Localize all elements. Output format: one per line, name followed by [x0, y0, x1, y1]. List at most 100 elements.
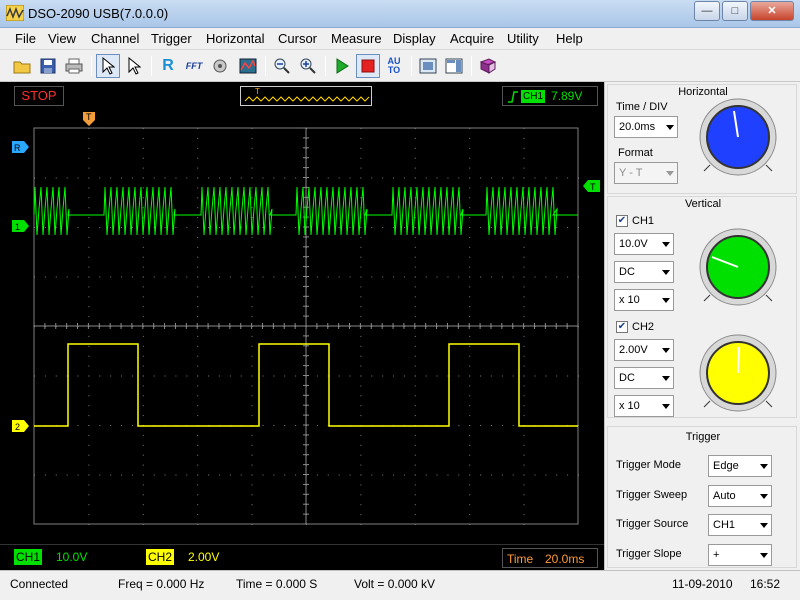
ch1-ground-marker[interactable]: 1 — [12, 220, 29, 232]
volt-readout: Volt = 0.000 kV — [354, 577, 436, 591]
ch1-probe-value: x 10 — [619, 294, 640, 306]
menu-cursor[interactable]: Cursor — [278, 31, 317, 46]
toolbar-separator — [91, 56, 92, 76]
time-label: Time — [507, 552, 534, 566]
timebase-readout: Time 20.0ms — [502, 548, 598, 568]
ch2-label: CH2 — [146, 549, 175, 565]
title-bar: DSO-2090 USB(7.0.0.0) — □ ✕ — [0, 0, 800, 28]
print-icon[interactable] — [62, 54, 86, 78]
svg-text:T: T — [590, 182, 596, 192]
freq-readout: Freq = 0.000 Hz — [118, 577, 205, 591]
trigger-slope-select[interactable]: + — [708, 544, 772, 566]
trigger-group: Trigger Trigger Mode Edge Trigger Sweep … — [607, 426, 797, 568]
ch2-checkbox[interactable]: ✔ — [616, 321, 628, 333]
time-value: 20.0ms — [545, 552, 585, 566]
channel-info-bar: CH1 10.0V CH2 2.00V Time 20.0ms — [0, 544, 604, 570]
scope-status-strip: STOP T CH1 7.89V — [0, 82, 604, 110]
ch1-label: CH1 — [14, 549, 43, 565]
trigger-position-preview[interactable]: T — [240, 86, 372, 106]
trigger-mode-select[interactable]: Edge — [708, 455, 772, 477]
time-div-select[interactable]: 20.0ms — [614, 116, 678, 138]
status-bar: Connected Freq = 0.000 Hz Time = 0.000 S… — [0, 570, 800, 600]
ch2-ground-marker[interactable]: 2 — [12, 420, 29, 432]
ch1-check-label: CH1 — [632, 215, 655, 227]
menu-acquire[interactable]: Acquire — [450, 31, 494, 46]
fullscreen-icon[interactable] — [416, 54, 440, 78]
format-value: Y - T — [619, 167, 643, 179]
menu-utility[interactable]: Utility — [507, 31, 539, 46]
run-icon[interactable] — [330, 54, 354, 78]
control-panel: Horizontal Time / DIV 20.0ms Format Y - … — [604, 82, 800, 570]
ch2-volts-value: 2.00V — [619, 344, 648, 356]
save-icon[interactable] — [36, 54, 60, 78]
trigger-mode-label: Trigger Mode — [616, 459, 682, 471]
ch1-scale: 10.0V — [56, 550, 88, 564]
trigger-level-value: 7.89V — [551, 89, 583, 103]
svg-text:1: 1 — [15, 222, 20, 232]
trigger-level-marker[interactable]: T — [583, 180, 600, 192]
pointer-arrow-icon[interactable] — [122, 54, 146, 78]
trigger-slope-label: Trigger Slope — [616, 548, 682, 560]
math-icon[interactable] — [208, 54, 232, 78]
svg-text:2: 2 — [15, 422, 20, 432]
ch2-scale: 2.00V — [188, 550, 220, 564]
ch2-volts-select[interactable]: 2.00V — [614, 339, 674, 361]
menu-trigger[interactable]: Trigger — [151, 31, 192, 46]
toolbar-separator — [411, 56, 412, 76]
book-icon[interactable] — [476, 54, 500, 78]
stop-icon[interactable] — [356, 54, 380, 78]
zoom-out-icon[interactable] — [270, 54, 294, 78]
zoom-in-icon[interactable] — [296, 54, 320, 78]
trigger-readout: CH1 7.89V — [502, 86, 598, 106]
time-readout: Time = 0.000 S — [236, 577, 318, 591]
trigger-source-label: Trigger Source — [616, 518, 689, 530]
ch1-coupling-value: DC — [619, 266, 635, 278]
ch2-probe-select[interactable]: x 10 — [614, 395, 674, 417]
trigger-channel-tag: CH1 — [521, 90, 546, 103]
format-select[interactable]: Y - T — [614, 162, 678, 184]
window-title: DSO-2090 USB(7.0.0.0) — [28, 6, 169, 21]
menu-horizontal[interactable]: Horizontal — [206, 31, 265, 46]
vertical-group: Vertical ✔ CH1 10.0V DC x 10 ✔ CH2 2.00V… — [607, 196, 797, 418]
fft-icon[interactable]: FFT — [182, 54, 206, 78]
scope-display[interactable]: T R 1 2 T — [0, 110, 604, 544]
run-state-indicator: STOP — [14, 86, 64, 106]
menu-view[interactable]: View — [48, 31, 76, 46]
reference-icon[interactable]: R — [156, 54, 180, 78]
date-readout: 11-09-2010 — [672, 577, 733, 591]
auto-icon[interactable]: AU TO — [382, 54, 406, 78]
trigger-slope-value: + — [713, 549, 720, 561]
trigger-source-select[interactable]: CH1 — [708, 514, 772, 536]
maximize-button[interactable]: □ — [722, 1, 748, 21]
time-div-label: Time / DIV — [616, 101, 668, 113]
trigger-position-marker[interactable]: T — [83, 112, 95, 126]
svg-text:R: R — [14, 143, 21, 153]
display-icon[interactable] — [236, 54, 260, 78]
ch1-probe-select[interactable]: x 10 — [614, 289, 674, 311]
ch1-checkbox[interactable]: ✔ — [616, 215, 628, 227]
ch2-volts-knob[interactable] — [698, 333, 778, 413]
ch2-coupling-select[interactable]: DC — [614, 367, 674, 389]
ch1-volts-knob[interactable] — [698, 227, 778, 307]
horizontal-knob[interactable] — [698, 97, 778, 177]
open-folder-icon[interactable] — [10, 54, 34, 78]
trigger-sweep-select[interactable]: Auto — [708, 485, 772, 507]
toolbar: R FFT AU TO — [0, 50, 800, 82]
ref-marker[interactable]: R — [12, 141, 29, 153]
close-button[interactable]: ✕ — [750, 1, 794, 21]
ch1-coupling-select[interactable]: DC — [614, 261, 674, 283]
menu-file[interactable]: File — [15, 31, 36, 46]
trigger-mode-value: Edge — [713, 460, 739, 472]
connection-status: Connected — [10, 577, 69, 591]
menu-display[interactable]: Display — [393, 31, 436, 46]
clock-readout: 16:52 — [750, 577, 781, 591]
ch1-volts-select[interactable]: 10.0V — [614, 233, 674, 255]
panel-toggle-icon[interactable] — [442, 54, 466, 78]
toolbar-separator — [151, 56, 152, 76]
menu-measure[interactable]: Measure — [331, 31, 382, 46]
select-arrow-icon[interactable] — [96, 54, 120, 78]
menu-help[interactable]: Help — [556, 31, 583, 46]
menu-bar: File View Channel Trigger Horizontal Cur… — [0, 28, 800, 50]
menu-channel[interactable]: Channel — [91, 31, 139, 46]
minimize-button[interactable]: — — [694, 1, 720, 21]
